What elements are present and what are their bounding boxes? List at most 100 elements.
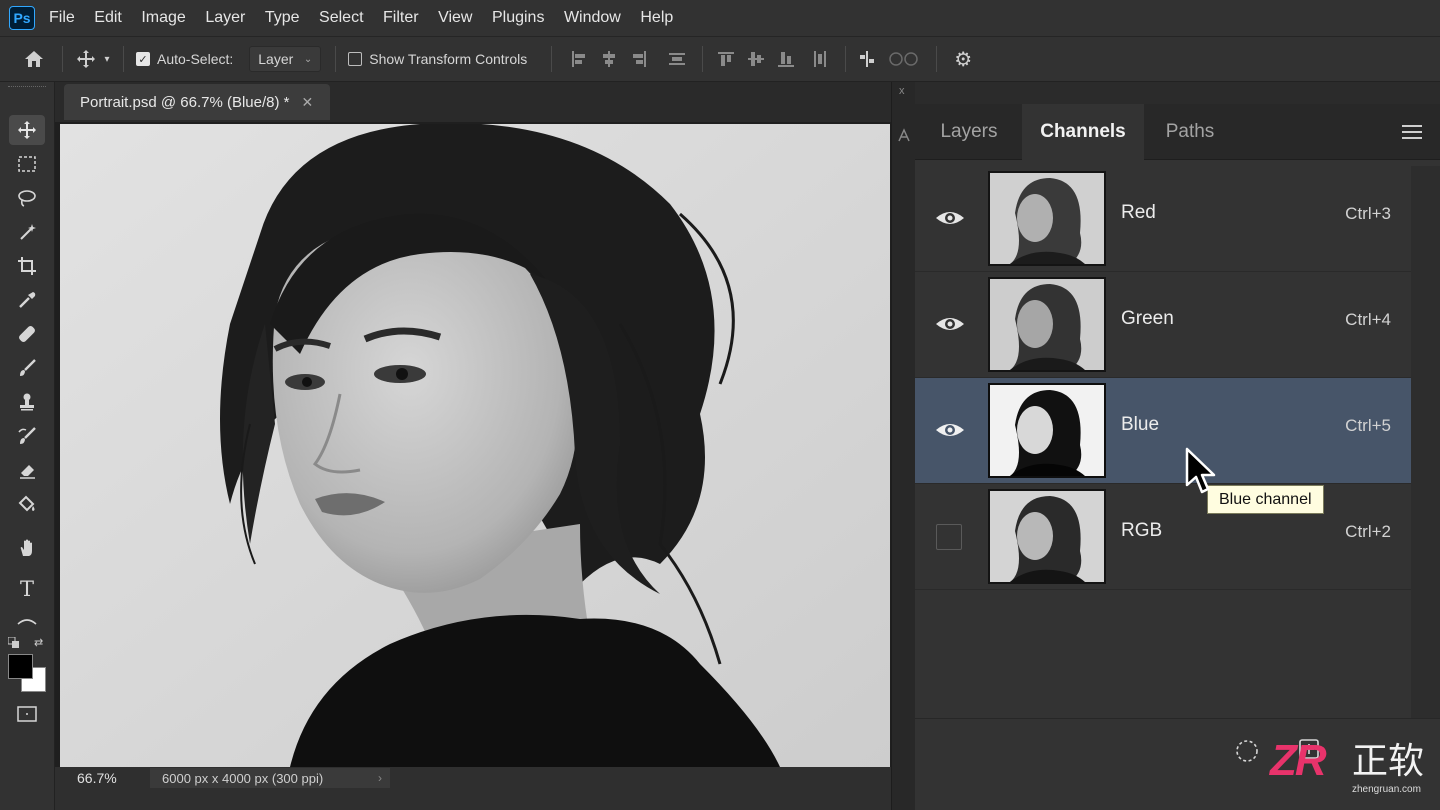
menu-file[interactable]: File <box>49 9 75 27</box>
quick-mask-icon[interactable] <box>9 699 45 729</box>
menu-layer[interactable]: Layer <box>205 9 245 27</box>
channel-shortcut: Ctrl+5 <box>1345 416 1391 435</box>
menu-select[interactable]: Select <box>319 9 363 27</box>
document-tab[interactable]: Portrait.psd @ 66.7% (Blue/8) * ✕ <box>64 84 330 120</box>
panel-scrollbar[interactable] <box>1411 166 1440 718</box>
channel-row-red[interactable]: Red Ctrl+3 <box>915 166 1411 272</box>
panel-menu-icon[interactable] <box>1402 122 1424 142</box>
channel-row-green[interactable]: Green Ctrl+4 <box>915 272 1411 378</box>
eye-icon[interactable] <box>935 203 965 233</box>
channel-name: Red <box>1121 202 1156 223</box>
crop-tool[interactable] <box>9 251 45 281</box>
menu-window[interactable]: Window <box>564 9 621 27</box>
eraser-tool[interactable] <box>9 455 45 485</box>
swap-colors-icon[interactable]: ⇄ <box>34 636 46 649</box>
magic-wand-tool[interactable] <box>9 217 45 247</box>
photoshop-logo[interactable]: Ps <box>9 6 35 30</box>
eye-icon[interactable] <box>935 415 965 445</box>
lasso-tool[interactable] <box>9 183 45 213</box>
distribute-horizontal-icon[interactable] <box>811 50 829 68</box>
close-icon[interactable]: x <box>899 85 905 97</box>
clone-stamp-tool[interactable] <box>9 387 45 417</box>
marquee-tool[interactable] <box>9 149 45 179</box>
menu-help[interactable]: Help <box>640 9 673 27</box>
show-transform-checkbox[interactable] <box>348 52 363 66</box>
type-tool[interactable]: T <box>9 574 45 604</box>
distribute-spacing-icon[interactable] <box>858 50 876 68</box>
chevron-right-icon[interactable]: › <box>378 771 382 785</box>
toolbar-grip[interactable] <box>8 86 46 90</box>
foreground-color-swatch[interactable] <box>8 654 33 679</box>
brush-tool[interactable] <box>9 353 45 383</box>
channel-row-rgb[interactable]: RGB Ctrl+2 <box>915 484 1411 590</box>
hand-tool[interactable] <box>9 533 45 563</box>
auto-select-target-value: Layer <box>258 51 294 67</box>
align-bottom-icon[interactable] <box>777 50 795 68</box>
channel-name: RGB <box>1121 520 1163 541</box>
history-brush-tool[interactable] <box>9 421 45 451</box>
more-options-icon[interactable] <box>886 52 922 66</box>
menu-type[interactable]: Type <box>265 9 300 27</box>
paint-bucket-tool[interactable] <box>9 489 45 519</box>
watermark: ZR 正软 zhengruan.com <box>1270 732 1440 804</box>
show-transform-label: Show Transform Controls <box>369 51 528 67</box>
default-colors-icon[interactable] <box>7 636 20 648</box>
visibility-toggle-empty[interactable] <box>936 524 962 550</box>
tab-channels[interactable]: Channels <box>1022 104 1144 160</box>
menu-view[interactable]: View <box>438 9 472 27</box>
divider <box>335 46 337 72</box>
divider <box>936 46 938 72</box>
channel-row-blue[interactable]: Blue Ctrl+5 <box>915 378 1411 484</box>
distribute-icon[interactable] <box>668 50 686 68</box>
healing-tool[interactable] <box>9 319 45 349</box>
tab-paths[interactable]: Paths <box>1144 104 1236 160</box>
divider <box>62 46 63 72</box>
panel-tab-bar: Layers Channels Paths <box>915 104 1440 160</box>
align-right-icon[interactable] <box>630 50 648 68</box>
channel-shortcut: Ctrl+4 <box>1345 310 1391 329</box>
divider <box>702 46 704 72</box>
divider <box>123 46 124 72</box>
auto-select-label: Auto-Select: <box>157 51 234 67</box>
collapsed-panel-dock: x <box>891 82 915 810</box>
channel-shortcut: Ctrl+3 <box>1345 204 1391 223</box>
watermark-chinese: 正软 <box>1352 741 1425 782</box>
document-info-text: 6000 px x 4000 px (300 ppi) <box>162 770 324 786</box>
document-info[interactable]: 6000 px x 4000 px (300 ppi) › <box>150 768 390 788</box>
channel-thumbnail <box>988 489 1106 584</box>
zoom-level[interactable]: 66.7% <box>77 770 117 786</box>
align-middle-vertical-icon[interactable] <box>747 50 765 68</box>
gear-icon[interactable]: ⚙ <box>945 47 981 72</box>
load-selection-icon[interactable] <box>1235 739 1259 763</box>
path-selection-tool[interactable] <box>9 606 45 636</box>
divider <box>551 46 553 72</box>
chevron-down-icon[interactable]: ▾ <box>99 54 115 65</box>
channel-shortcut: Ctrl+2 <box>1345 522 1391 541</box>
align-top-icon[interactable] <box>717 50 735 68</box>
move-tool-preset-icon[interactable] <box>73 49 99 69</box>
channel-thumbnail <box>988 171 1106 266</box>
tab-layers[interactable]: Layers <box>915 104 1023 160</box>
channel-thumbnail <box>988 383 1106 478</box>
channel-name: Blue <box>1121 414 1160 435</box>
move-tool[interactable] <box>9 115 45 145</box>
character-panel-icon[interactable] <box>897 127 911 143</box>
channel-name: Green <box>1121 308 1174 329</box>
watermark-domain: zhengruan.com <box>1352 784 1421 795</box>
menu-image[interactable]: Image <box>141 9 185 27</box>
align-center-horizontal-icon[interactable] <box>600 50 618 68</box>
auto-select-target-dropdown[interactable]: Layer ⌄ <box>249 46 322 72</box>
auto-select-checkbox[interactable]: ✓ <box>136 52 150 66</box>
eye-icon[interactable] <box>935 309 965 339</box>
close-icon[interactable]: ✕ <box>302 94 314 111</box>
tooltip: Blue channel <box>1207 485 1324 514</box>
menu-edit[interactable]: Edit <box>94 9 122 27</box>
tool-bar: T ⇄ <box>0 82 55 810</box>
eyedropper-tool[interactable] <box>9 285 45 315</box>
menu-plugins[interactable]: Plugins <box>492 9 544 27</box>
document-canvas[interactable] <box>60 124 890 767</box>
menu-filter[interactable]: Filter <box>383 9 419 27</box>
home-icon[interactable] <box>16 50 52 68</box>
align-left-icon[interactable] <box>570 50 588 68</box>
chevron-down-icon: ⌄ <box>303 53 313 65</box>
